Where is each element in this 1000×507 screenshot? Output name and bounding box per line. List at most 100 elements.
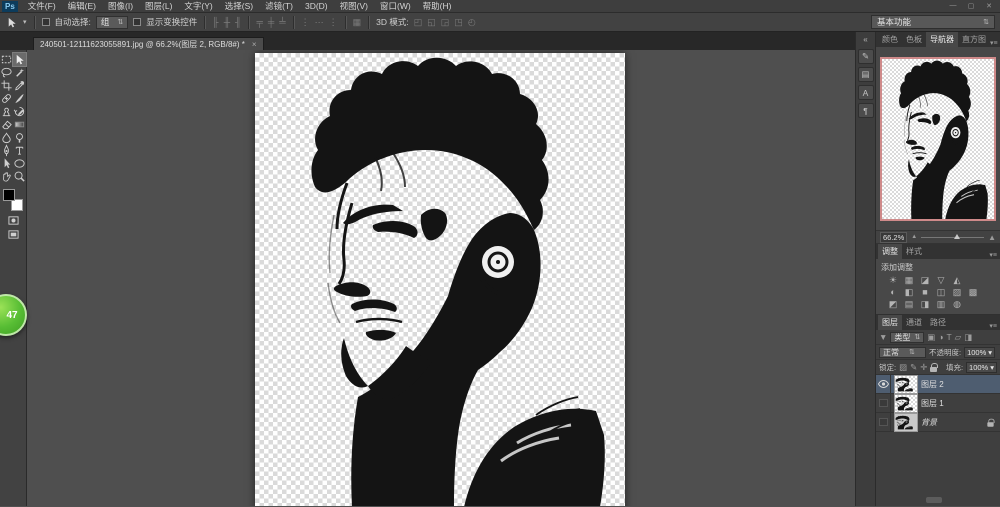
photo-filter-icon[interactable]: ◫ (935, 287, 947, 298)
clone-stamp-tool[interactable] (0, 105, 13, 118)
zoom-slider[interactable] (921, 237, 984, 238)
spot-healing-brush-tool[interactable] (0, 92, 13, 105)
close-button[interactable]: ✕ (983, 2, 995, 10)
distribute-right-icon[interactable]: ⋮ (329, 18, 338, 27)
align-top-edges-icon[interactable]: ╤ (256, 18, 262, 27)
pen-tool[interactable] (0, 144, 13, 157)
menu-image[interactable]: 图像(I) (102, 0, 139, 12)
eraser-tool[interactable] (0, 118, 13, 131)
screen-mode-icon[interactable] (7, 229, 20, 240)
menu-select[interactable]: 选择(S) (219, 0, 259, 12)
filter-type-layers-icon[interactable]: T (946, 332, 951, 342)
dodge-tool[interactable] (13, 131, 26, 144)
move-tool[interactable] (13, 53, 26, 66)
zoom-tool[interactable] (13, 170, 26, 183)
layer-row-layer2[interactable]: 图层 2 (876, 375, 1000, 394)
menu-help[interactable]: 帮助(H) (417, 0, 458, 12)
layer-name[interactable]: 图层 2 (921, 379, 944, 390)
visibility-toggle[interactable] (876, 375, 891, 393)
brightness-contrast-icon[interactable]: ☀ (887, 275, 899, 286)
filter-pixel-layers-icon[interactable]: ▣ (927, 332, 935, 343)
distribute-left-icon[interactable]: ⋮ (301, 18, 310, 27)
menu-file[interactable]: 文件(F) (22, 0, 62, 12)
paragraph-panel-icon[interactable]: ¶ (858, 103, 874, 118)
align-horizontal-centers-icon[interactable]: ╫ (224, 18, 230, 27)
rectangular-marquee-tool[interactable] (0, 53, 13, 66)
ellipse-tool[interactable] (13, 157, 26, 170)
auto-select-dropdown[interactable]: 组 ⇅ (96, 16, 128, 29)
visibility-toggle[interactable] (876, 413, 891, 431)
filter-smart-objects-icon[interactable]: ◨ (964, 332, 972, 343)
invert-icon[interactable]: ◩ (887, 299, 899, 310)
show-transform-checkbox[interactable] (133, 18, 141, 26)
zoom-in-icon[interactable]: ▲ (988, 233, 996, 242)
curves-icon[interactable]: ◪ (919, 275, 931, 286)
auto-select-checkbox[interactable] (42, 18, 50, 26)
tab-histogram[interactable]: 直方图 (958, 32, 990, 47)
brush-tool[interactable] (13, 92, 26, 105)
hue-saturation-icon[interactable]: ◐ (887, 287, 899, 298)
tab-styles[interactable]: 样式 (902, 244, 926, 259)
align-vertical-centers-icon[interactable]: ╪ (268, 18, 274, 27)
tab-channels[interactable]: 通道 (902, 315, 926, 330)
align-bottom-edges-icon[interactable]: ╧ (279, 18, 285, 27)
exposure-icon[interactable]: ▽ (935, 275, 947, 286)
lock-all-icon[interactable] (930, 367, 937, 372)
lock-position-icon[interactable]: ✛ (920, 362, 927, 373)
layer-thumbnail[interactable] (895, 395, 917, 412)
character-panel-icon[interactable]: A (858, 85, 874, 100)
crop-tool[interactable] (0, 79, 13, 92)
channel-mixer-icon[interactable]: ▨ (951, 287, 963, 298)
color-lookup-icon[interactable]: ▩ (967, 287, 979, 298)
black-white-icon[interactable]: ■ (919, 287, 931, 298)
menu-window[interactable]: 窗口(W) (374, 0, 417, 12)
foreground-color-swatch[interactable] (3, 189, 15, 201)
3d-roll-icon[interactable]: ◱ (427, 18, 436, 27)
3d-scale-icon[interactable]: ◴ (468, 18, 476, 27)
align-right-edges-icon[interactable]: ╢ (235, 18, 241, 27)
tab-close-icon[interactable]: × (252, 40, 257, 49)
tab-color[interactable]: 颜色 (878, 32, 902, 47)
hand-tool[interactable] (0, 170, 13, 183)
zoom-slider-thumb[interactable] (954, 234, 960, 239)
lock-paint-icon[interactable]: ✎ (910, 362, 917, 373)
visibility-toggle[interactable] (876, 394, 891, 412)
color-balance-icon[interactable]: ◧ (903, 287, 915, 298)
opacity-value[interactable]: 100%▾ (964, 347, 995, 358)
layer-row-layer1[interactable]: 图层 1 (876, 394, 1000, 413)
3d-rotate-icon[interactable]: ◰ (414, 18, 423, 27)
lock-transparency-icon[interactable]: ▨ (899, 362, 907, 373)
navigator-zoom-value[interactable]: 66.2% (880, 232, 907, 243)
layer-thumbnail[interactable] (895, 414, 917, 431)
workspace-switcher[interactable]: 基本功能 ⇅ (871, 15, 995, 29)
expand-panels-icon[interactable]: « (863, 35, 867, 44)
menu-view[interactable]: 视图(V) (334, 0, 374, 12)
panel-menu-icon[interactable]: ▾≡ (989, 322, 1000, 330)
document-tab[interactable]: 240501-12111623055891.jpg @ 66.2%(图层 2, … (33, 37, 264, 50)
magic-wand-tool[interactable] (13, 66, 26, 79)
menu-type[interactable]: 文字(Y) (178, 0, 218, 12)
fill-value[interactable]: 100%▾ (966, 362, 997, 373)
clone-source-panel-icon[interactable]: ▤ (858, 67, 874, 82)
menu-edit[interactable]: 编辑(E) (62, 0, 102, 12)
tab-adjustments[interactable]: 调整 (878, 244, 902, 259)
gradient-tool[interactable] (13, 118, 26, 131)
panel-resize-handle[interactable] (926, 497, 942, 503)
blur-tool[interactable] (0, 131, 13, 144)
tab-navigator[interactable]: 导航器 (926, 32, 958, 47)
zoom-out-icon[interactable]: ▲ (911, 234, 917, 240)
tool-preset-arrow-icon[interactable]: ▾ (23, 18, 27, 26)
gradient-map-icon[interactable]: ▥ (935, 299, 947, 310)
canvas-area[interactable] (27, 50, 855, 506)
layer-name[interactable]: 背景 (921, 417, 937, 428)
threshold-icon[interactable]: ◨ (919, 299, 931, 310)
tab-swatches[interactable]: 色板 (902, 32, 926, 47)
blend-mode-dropdown[interactable]: 正常 ⇅ (879, 347, 926, 358)
filter-shape-layers-icon[interactable]: ▱ (955, 332, 962, 343)
align-left-edges-icon[interactable]: ╟ (212, 18, 218, 27)
tab-paths[interactable]: 路径 (926, 315, 950, 330)
layer-thumbnail[interactable] (895, 376, 917, 393)
eyedropper-tool[interactable] (13, 79, 26, 92)
panel-menu-icon[interactable]: ▾≡ (989, 251, 1000, 259)
posterize-icon[interactable]: ▤ (903, 299, 915, 310)
